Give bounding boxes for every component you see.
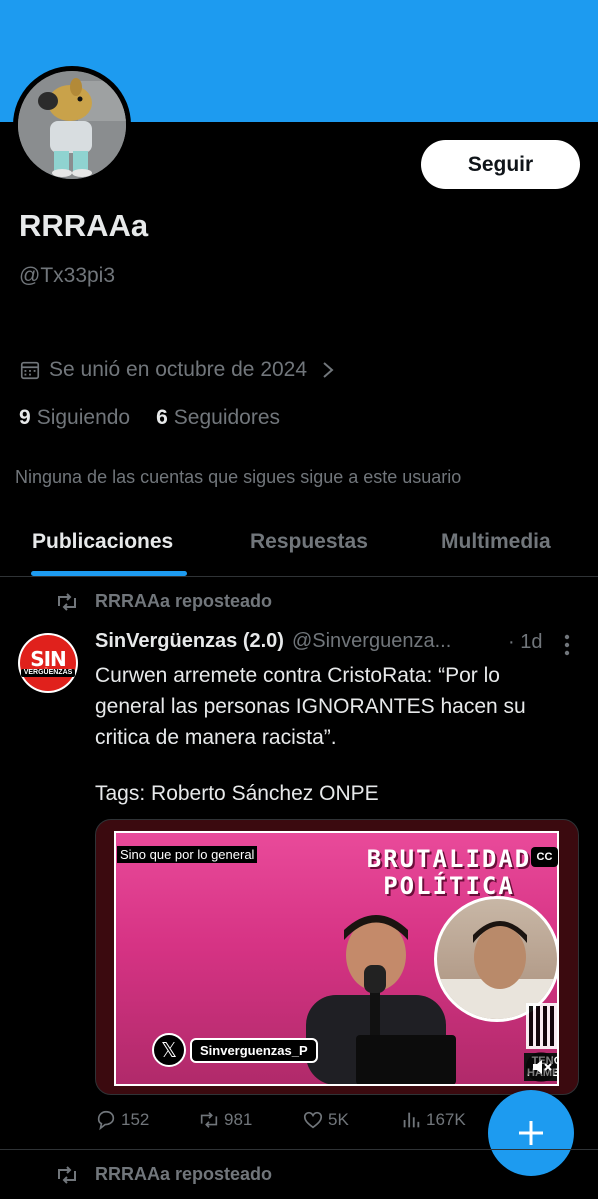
active-tab-indicator xyxy=(31,571,187,576)
reply-count: 152 xyxy=(121,1110,150,1129)
video-headline-line1: BRUTALIDAD xyxy=(366,845,532,873)
display-name: RRRAAa xyxy=(19,208,149,243)
follow-counts: 9 Siguiendo 6 Seguidores xyxy=(19,406,306,430)
post-video[interactable]: 𝕏 Sinverguenzas_P TENGO HAMBRE Sino que … xyxy=(95,819,579,1095)
heart-icon xyxy=(303,1111,323,1129)
post-author-handle[interactable]: @Sinverguenza... xyxy=(292,630,451,653)
following-link[interactable]: 9 Siguiendo xyxy=(19,406,130,430)
post-author-avatar[interactable]: SIN VERGÜENZAS xyxy=(18,633,78,693)
x-handle-label: Sinverguenzas_P xyxy=(190,1037,318,1063)
closed-captions-button[interactable]: CC xyxy=(531,847,558,867)
like-button[interactable]: 5K xyxy=(302,1109,349,1131)
video-caption: Sino que por lo general xyxy=(117,846,258,863)
calendar-icon xyxy=(20,361,40,380)
reply-button[interactable]: 152 xyxy=(95,1109,149,1131)
joined-label: Se unió en octubre de 2024 xyxy=(49,358,308,381)
plus-icon xyxy=(519,1121,543,1145)
repost-label: RRRAAa reposteado xyxy=(95,591,273,611)
user-handle: @Tx33pi3 xyxy=(19,264,116,287)
speaker-muted-icon xyxy=(533,1060,552,1074)
qr-code xyxy=(526,1003,557,1049)
compose-post-button[interactable] xyxy=(488,1090,574,1176)
views-chart-icon xyxy=(403,1112,420,1128)
tab-publicaciones[interactable]: Publicaciones xyxy=(32,530,173,554)
reply-icon xyxy=(97,1110,115,1131)
video-headline-line2: POLÍTICA xyxy=(383,872,515,900)
avatar-logo-text: SIN xyxy=(30,647,67,671)
post-actions: 152 981 5K 167K xyxy=(95,1109,495,1137)
post-text: Curwen arremete contra CristoRata: “Por … xyxy=(95,664,526,749)
follow-button[interactable]: Seguir xyxy=(421,140,580,189)
tab-respuestas[interactable]: Respuestas xyxy=(250,530,368,554)
repost-icon xyxy=(58,1165,76,1184)
avatar-logo-subtext: VERGÜENZAS xyxy=(20,669,76,677)
tab-multimedia[interactable]: Multimedia xyxy=(441,530,551,554)
chevron-right-icon xyxy=(323,362,334,378)
mute-button[interactable] xyxy=(526,1052,556,1082)
mutual-followers-note: Ninguna de las cuentas que sigues sigue … xyxy=(15,467,462,487)
post-author-name[interactable]: SinVergüenzas (2.0) xyxy=(95,630,284,653)
repost-count: 981 xyxy=(224,1110,253,1129)
profile-avatar[interactable] xyxy=(13,66,131,184)
repost-button[interactable]: 981 xyxy=(198,1109,252,1131)
post-tags: Tags: Roberto Sánchez ONPE xyxy=(95,782,379,805)
repost-icon xyxy=(58,592,76,611)
post-timestamp[interactable]: · 1d xyxy=(508,631,542,654)
following-count: 9 xyxy=(19,406,31,429)
repost-action-icon xyxy=(200,1112,218,1128)
views-button[interactable]: 167K xyxy=(400,1109,466,1131)
followers-label: Seguidores xyxy=(173,406,281,429)
post-divider xyxy=(0,1149,598,1150)
like-count: 5K xyxy=(328,1110,349,1129)
repost-label: RRRAAa reposteado xyxy=(95,1164,273,1184)
post-header: SinVergüenzas (2.0) @Sinverguenza... xyxy=(95,630,451,653)
profile-tabs: Publicaciones Respuestas Multimedia xyxy=(0,520,598,577)
followers-link[interactable]: 6 Seguidores xyxy=(156,406,280,430)
following-label: Siguiendo xyxy=(36,406,131,429)
video-headline: BRUTALIDAD POLÍTICA xyxy=(364,846,534,900)
more-options-icon[interactable] xyxy=(564,634,570,656)
repost-indicator-2[interactable]: RRRAAa reposteado xyxy=(55,1164,272,1185)
followers-count: 6 xyxy=(156,406,168,429)
x-logo-icon: 𝕏 xyxy=(152,1033,186,1067)
x-handle-chip: 𝕏 Sinverguenzas_P xyxy=(152,1033,318,1067)
repost-indicator[interactable]: RRRAAa reposteado xyxy=(55,591,272,612)
avatar-illustration xyxy=(18,71,126,179)
joined-date[interactable]: Se unió en octubre de 2024 xyxy=(19,358,335,382)
view-count: 167K xyxy=(426,1110,466,1129)
